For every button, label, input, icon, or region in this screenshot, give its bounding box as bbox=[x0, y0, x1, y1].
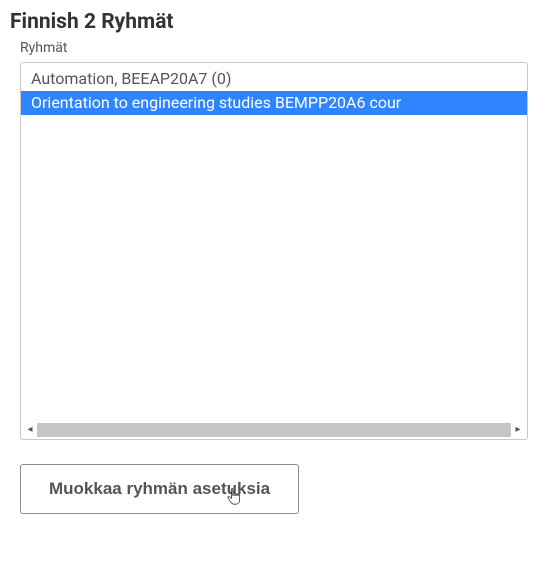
groups-listbox[interactable]: Automation, BEEAP20A7 (0) Orientation to… bbox=[20, 62, 528, 440]
edit-group-settings-button[interactable]: Muokkaa ryhmän asetuksia bbox=[20, 464, 299, 514]
scroll-right-icon[interactable]: ▸ bbox=[511, 423, 525, 437]
horizontal-scrollbar[interactable]: ◂ ▸ bbox=[23, 423, 525, 437]
list-item[interactable]: Automation, BEEAP20A7 (0) bbox=[21, 67, 527, 91]
list-item[interactable]: Orientation to engineering studies BEMPP… bbox=[21, 91, 527, 115]
scroll-thumb[interactable] bbox=[37, 423, 464, 437]
scroll-left-icon[interactable]: ◂ bbox=[23, 423, 37, 437]
page-title: Finnish 2 Ryhmät bbox=[10, 10, 538, 34]
scroll-track[interactable] bbox=[37, 423, 511, 437]
edit-button-label: Muokkaa ryhmän asetuksia bbox=[49, 479, 270, 499]
section-label-groups: Ryhmät bbox=[20, 40, 538, 56]
